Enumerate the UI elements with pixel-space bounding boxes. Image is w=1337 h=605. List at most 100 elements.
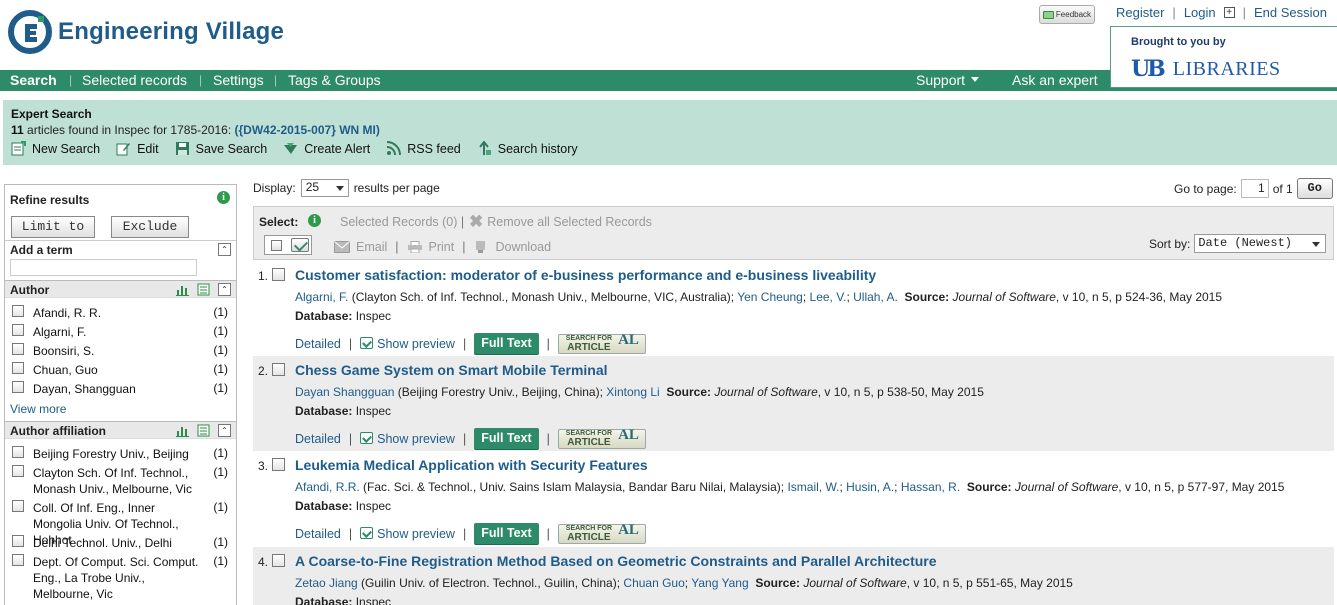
rss-feed-button[interactable]: RSS feed: [386, 141, 461, 156]
result-checkbox[interactable]: [272, 458, 285, 471]
facet-item[interactable]: Algarni, F. (1): [5, 322, 236, 341]
view-more-authors-link[interactable]: View more: [10, 402, 66, 416]
nav-search[interactable]: Search: [10, 72, 57, 88]
email-button[interactable]: Email: [334, 240, 387, 254]
result-checkbox[interactable]: [272, 554, 285, 567]
detailed-link[interactable]: Detailed: [295, 432, 341, 446]
show-preview-link[interactable]: Show preview: [360, 336, 455, 351]
nav-tags-groups[interactable]: Tags & Groups: [288, 72, 381, 88]
search-query-link[interactable]: ({DW42-2015-007} WN MI): [234, 123, 379, 137]
sort-select[interactable]: Date (Newest): [1194, 234, 1327, 253]
remove-all-selected-button[interactable]: ✖ Remove all Selected Records: [469, 213, 652, 230]
facet-item[interactable]: Beijing Forestry Univ., Beijing (1): [5, 444, 236, 463]
engineering-village-logo[interactable]: Engineering Village: [8, 10, 284, 54]
facet-checkbox[interactable]: [12, 446, 24, 458]
select-all-checkbox[interactable]: [271, 240, 282, 251]
facet-checkbox[interactable]: [12, 381, 24, 393]
nav-support[interactable]: Support: [916, 72, 980, 88]
facet-item[interactable]: Dept. Of Comput. Sci. Comput. Eng., La T…: [5, 552, 236, 602]
result-title-link[interactable]: A Coarse-to-Fine Registration Method Bas…: [295, 553, 937, 569]
page-number-input[interactable]: 1: [1240, 179, 1269, 198]
author-link[interactable]: Yang Yang: [691, 576, 748, 590]
facet-checkbox[interactable]: [12, 343, 24, 355]
full-text-button[interactable]: Full Text: [474, 333, 539, 354]
info-icon[interactable]: i: [217, 191, 230, 204]
author-link[interactable]: Yen Cheung: [737, 290, 803, 304]
author-link[interactable]: Afandi, R.R.: [295, 480, 360, 494]
facet-checkbox[interactable]: [12, 535, 24, 547]
end-session-link[interactable]: End Session: [1254, 5, 1327, 20]
result-checkbox[interactable]: [272, 268, 285, 281]
selected-records-count[interactable]: Selected Records (0) |: [340, 215, 464, 229]
create-alert-button[interactable]: Create Alert: [283, 141, 370, 156]
collapse-icon[interactable]: ⌃: [218, 283, 231, 296]
facet-checkbox[interactable]: [12, 305, 24, 317]
add-term-input[interactable]: [10, 259, 197, 276]
bar-chart-icon[interactable]: [176, 424, 189, 437]
edit-button[interactable]: Edit: [116, 141, 159, 156]
facet-item[interactable]: Coll. Of Inf. Eng., Inner Mongolia Univ.…: [5, 498, 236, 547]
author-link[interactable]: Hassan, R.: [901, 480, 960, 494]
print-button[interactable]: Print: [407, 240, 454, 254]
bar-chart-icon[interactable]: [176, 283, 189, 296]
feedback-button[interactable]: Feedback: [1039, 5, 1095, 24]
result-checkbox[interactable]: [272, 363, 285, 376]
register-link[interactable]: Register: [1116, 5, 1164, 20]
result-title-link[interactable]: Leukemia Medical Application with Securi…: [295, 457, 648, 473]
author-link[interactable]: Zetao Jiang: [295, 576, 358, 590]
author-link[interactable]: Xintong Li: [606, 385, 659, 399]
facet-item[interactable]: Dayan, Shangguan (1): [5, 379, 236, 398]
facet-checkbox[interactable]: [12, 324, 24, 336]
export-icon[interactable]: [197, 283, 210, 296]
nav-ask-expert[interactable]: Ask an expert: [1012, 72, 1098, 88]
facet-item[interactable]: Clayton Sch. Of Inf. Technol., Monash Un…: [5, 463, 236, 498]
info-icon[interactable]: i: [308, 214, 321, 227]
facet-checkbox[interactable]: [12, 362, 24, 374]
nav-settings[interactable]: Settings: [213, 72, 264, 88]
full-text-button[interactable]: Full Text: [474, 428, 539, 449]
collapse-icon[interactable]: ⌃: [218, 243, 231, 256]
search-for-article-button[interactable]: SEARCH FOR ARTICLE AL: [557, 332, 646, 354]
ub-libraries-logo[interactable]: UB LIBRARIES: [1131, 56, 1281, 82]
facet-item[interactable]: Afandi, R. R. (1): [5, 303, 236, 322]
collapse-icon[interactable]: ⌃: [218, 424, 231, 437]
author-link[interactable]: Ullah, A.: [853, 290, 898, 304]
facet-checkbox[interactable]: [12, 500, 24, 512]
author-link[interactable]: Husin, A.: [846, 480, 894, 494]
search-for-article-button[interactable]: SEARCH FOR ARTICLE AL: [557, 522, 646, 544]
full-text-button[interactable]: Full Text: [474, 523, 539, 544]
save-search-button[interactable]: Save Search: [175, 141, 267, 156]
exclude-button[interactable]: Exclude: [111, 216, 189, 238]
detailed-link[interactable]: Detailed: [295, 337, 341, 351]
facet-item[interactable]: Delhi Technol. Univ., Delhi (1): [5, 533, 236, 552]
show-preview-link[interactable]: Show preview: [360, 431, 455, 446]
author-link[interactable]: Lee, V.: [810, 290, 847, 304]
facet-checkbox[interactable]: [12, 465, 24, 477]
new-search-button[interactable]: New Search: [11, 141, 100, 156]
author-link[interactable]: Algarni, F.: [295, 290, 348, 304]
facet-item[interactable]: Boonsiri, S. (1): [5, 341, 236, 360]
author-facet-header: Author ⌃: [5, 280, 236, 298]
results-per-page-select[interactable]: 25: [300, 179, 349, 197]
go-button[interactable]: Go: [1296, 178, 1333, 199]
login-link[interactable]: Login: [1184, 5, 1216, 20]
search-history-button[interactable]: Search history: [477, 141, 578, 156]
download-button[interactable]: Download: [473, 240, 551, 254]
select-options-dropdown[interactable]: [291, 238, 309, 252]
search-for-article-button[interactable]: SEARCH FOR ARTICLE AL: [557, 427, 646, 449]
export-icon[interactable]: [197, 424, 210, 437]
download-icon: [476, 241, 486, 253]
result-title-link[interactable]: Chess Game System on Smart Mobile Termin…: [295, 362, 608, 378]
author-link[interactable]: Chuan Guo: [623, 576, 684, 590]
show-preview-link[interactable]: Show preview: [360, 526, 455, 541]
facet-checkbox[interactable]: [12, 554, 24, 566]
author-link[interactable]: Dayan Shangguan: [295, 385, 394, 399]
login-expand-icon[interactable]: +: [1223, 7, 1235, 18]
feedback-icon: [1042, 10, 1054, 19]
result-title-link[interactable]: Customer satisfaction: moderator of e-bu…: [295, 267, 876, 283]
facet-item[interactable]: Chuan, Guo (1): [5, 360, 236, 379]
detailed-link[interactable]: Detailed: [295, 527, 341, 541]
limit-to-button[interactable]: Limit to: [11, 216, 95, 238]
author-link[interactable]: Ismail, W.: [787, 480, 839, 494]
nav-selected-records[interactable]: Selected records: [82, 72, 187, 88]
